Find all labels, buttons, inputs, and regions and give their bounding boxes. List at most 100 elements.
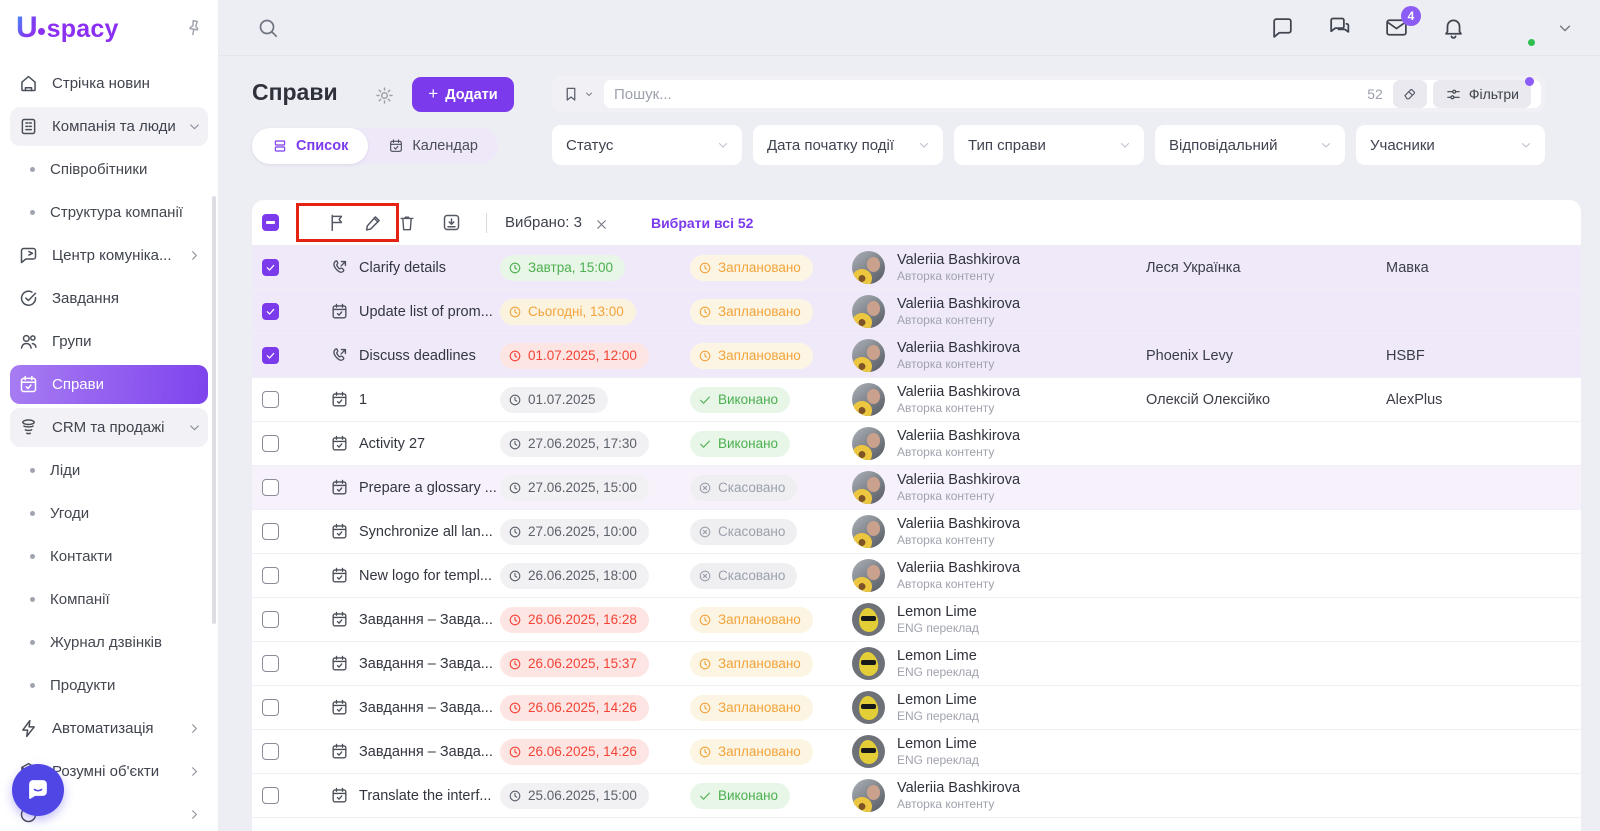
sidebar-item-стрічка-новин[interactable]: Стрічка новин bbox=[0, 62, 218, 105]
activity-title[interactable]: Завдання – Завда... bbox=[359, 744, 493, 760]
table-row[interactable]: Завдання – Завда... 26.06.2025, 14:26 За… bbox=[252, 686, 1581, 730]
sidebar-item-ліди[interactable]: Ліди bbox=[0, 449, 218, 492]
row-checkbox[interactable] bbox=[262, 347, 279, 364]
sidebar-item-структура-компанії[interactable]: Структура компанії bbox=[0, 191, 218, 234]
sidebar-item-угоди[interactable]: Угоди bbox=[0, 492, 218, 535]
activity-title[interactable]: Activity 27 bbox=[359, 436, 425, 452]
mail-icon[interactable]: 4 bbox=[1384, 15, 1409, 40]
comments-icon[interactable] bbox=[1270, 15, 1295, 40]
sidebar-item-icon bbox=[18, 374, 39, 395]
author-role: Авторка контенту bbox=[897, 797, 1020, 813]
tab-список[interactable]: Список bbox=[252, 128, 368, 164]
activity-title[interactable]: Завдання – Завда... bbox=[359, 700, 493, 716]
sidebar-item-центр-комуніка-[interactable]: Центр комуніка... bbox=[0, 234, 218, 277]
row-checkbox[interactable] bbox=[262, 303, 279, 320]
company-name[interactable]: AlexPlus bbox=[1386, 392, 1581, 408]
contact-name[interactable]: Леся Українка bbox=[1146, 260, 1386, 276]
notifications-bell-icon[interactable] bbox=[1441, 15, 1466, 40]
search-input[interactable] bbox=[614, 86, 1367, 103]
sidebar-item-завдання[interactable]: Завдання bbox=[0, 277, 218, 320]
user-avatar[interactable] bbox=[1498, 9, 1536, 47]
sidebar-item-автоматизація[interactable]: Автоматизація bbox=[0, 707, 218, 750]
activity-title[interactable]: Discuss deadlines bbox=[359, 348, 476, 364]
contact-name[interactable]: Phoenix Levy bbox=[1146, 348, 1386, 364]
tab-календар[interactable]: Календар bbox=[368, 128, 498, 164]
support-chat-button[interactable] bbox=[12, 764, 64, 816]
sidebar-item-crm-та-продажі[interactable]: CRM та продажі bbox=[0, 406, 218, 449]
flag-icon[interactable] bbox=[327, 212, 348, 233]
table-row[interactable]: Prepare a glossary ... 27.06.2025, 15:00… bbox=[252, 466, 1581, 510]
filter-select-дата-початку-події[interactable]: Дата початку події bbox=[753, 125, 943, 165]
activity-title[interactable]: New logo for templ... bbox=[359, 568, 492, 584]
filter-select-тип-справи[interactable]: Тип справи bbox=[954, 125, 1144, 165]
clear-selection-icon[interactable] bbox=[594, 217, 609, 232]
table-row[interactable]: Завдання – Завда... 26.06.2025, 15:37 За… bbox=[252, 642, 1581, 686]
global-search-icon[interactable] bbox=[256, 16, 280, 40]
company-name[interactable]: Мавка bbox=[1386, 260, 1581, 276]
add-button[interactable]: + Додати bbox=[412, 77, 514, 112]
activity-title[interactable]: Завдання – Завда... bbox=[359, 612, 493, 628]
row-checkbox[interactable] bbox=[262, 435, 279, 452]
row-checkbox[interactable] bbox=[262, 655, 279, 672]
sidebar-item-компанія-та-люди[interactable]: Компанія та люди bbox=[0, 105, 218, 148]
table-row[interactable]: Discuss deadlines 01.07.2025, 12:00 Запл… bbox=[252, 334, 1581, 378]
sidebar-item-компанії[interactable]: Компанії bbox=[0, 578, 218, 621]
uspacy-logo[interactable]: Uspacy bbox=[16, 11, 119, 45]
row-checkbox[interactable] bbox=[262, 523, 279, 540]
table-row[interactable]: Clarify details Завтра, 15:00 Запланован… bbox=[252, 246, 1581, 290]
messenger-icon[interactable] bbox=[1327, 15, 1352, 40]
row-checkbox[interactable] bbox=[262, 567, 279, 584]
filter-select-відповідальний[interactable]: Відповідальний bbox=[1155, 125, 1345, 165]
sidebar-item-контакти[interactable]: Контакти bbox=[0, 535, 218, 578]
contact-name[interactable]: Олексій Олексійко bbox=[1146, 392, 1386, 408]
table-row[interactable]: Activity 27 27.06.2025, 17:30 Виконано V… bbox=[252, 422, 1581, 466]
table-row[interactable]: Завдання – Завда... 26.06.2025, 16:28 За… bbox=[252, 598, 1581, 642]
filter-select-учасники[interactable]: Учасники bbox=[1356, 125, 1545, 165]
profile-chevron-down-icon[interactable] bbox=[1556, 19, 1574, 37]
status-pill: Виконано bbox=[690, 431, 790, 457]
row-checkbox[interactable] bbox=[262, 611, 279, 628]
row-checkbox[interactable] bbox=[262, 391, 279, 408]
activity-title[interactable]: Prepare a glossary ... bbox=[359, 480, 497, 496]
sidebar-item-групи[interactable]: Групи bbox=[0, 320, 218, 363]
activity-title[interactable]: Synchronize all lan... bbox=[359, 524, 493, 540]
activity-title[interactable]: Translate the interf... bbox=[359, 788, 491, 804]
select-all-checkbox[interactable] bbox=[262, 214, 279, 231]
sidebar-item-журнал-дзвінків[interactable]: Журнал дзвінків bbox=[0, 621, 218, 664]
trash-icon[interactable] bbox=[397, 213, 417, 233]
sidebar-scrollbar[interactable] bbox=[212, 196, 216, 624]
row-checkbox[interactable] bbox=[262, 479, 279, 496]
author-name: Lemon Lime bbox=[897, 647, 979, 665]
table-row[interactable]: Update list of prom... Сьогодні, 13:00 З… bbox=[252, 290, 1581, 334]
saved-filters-bookmark-button[interactable] bbox=[562, 85, 604, 103]
gear-icon[interactable] bbox=[374, 85, 395, 106]
filters-button[interactable]: Фільтри bbox=[1433, 80, 1531, 108]
chevron-icon bbox=[187, 420, 202, 435]
table-row[interactable]: Translate the interf... 25.06.2025, 15:0… bbox=[252, 774, 1581, 818]
sidebar-item-продукти[interactable]: Продукти bbox=[0, 664, 218, 707]
select-all-link[interactable]: Вибрати всі 52 bbox=[651, 215, 753, 231]
row-checkbox[interactable] bbox=[262, 743, 279, 760]
export-icon[interactable] bbox=[441, 212, 462, 233]
table-row[interactable]: New logo for templ... 26.06.2025, 18:00 … bbox=[252, 554, 1581, 598]
edit-pencil-icon[interactable] bbox=[363, 212, 384, 233]
sidebar-item-співробітники[interactable]: Співробітники bbox=[0, 148, 218, 191]
row-checkbox[interactable] bbox=[262, 259, 279, 276]
table-row[interactable]: 1 01.07.2025 Виконано Valeriia Bashkirov… bbox=[252, 378, 1581, 422]
eraser-button[interactable] bbox=[1393, 80, 1427, 108]
activity-title[interactable]: Update list of prom... bbox=[359, 304, 493, 320]
pin-sidebar-icon[interactable] bbox=[182, 16, 205, 39]
activity-title[interactable]: Clarify details bbox=[359, 260, 446, 276]
sidebar-item-справи[interactable]: Справи bbox=[0, 363, 218, 406]
company-name[interactable]: HSBF bbox=[1386, 348, 1581, 364]
table-row[interactable]: Завдання – Завда... 26.06.2025, 14:26 За… bbox=[252, 730, 1581, 774]
row-checkbox[interactable] bbox=[262, 787, 279, 804]
search-field[interactable]: 52 Фільтри bbox=[604, 80, 1541, 108]
activity-title[interactable]: Завдання – Завда... bbox=[359, 656, 493, 672]
filter-select-статус[interactable]: Статус bbox=[552, 125, 742, 165]
author-name: Lemon Lime bbox=[897, 603, 979, 621]
table-row[interactable]: Synchronize all lan... 27.06.2025, 10:00… bbox=[252, 510, 1581, 554]
clock-icon bbox=[508, 789, 522, 803]
activity-title[interactable]: 1 bbox=[359, 392, 367, 408]
row-checkbox[interactable] bbox=[262, 699, 279, 716]
